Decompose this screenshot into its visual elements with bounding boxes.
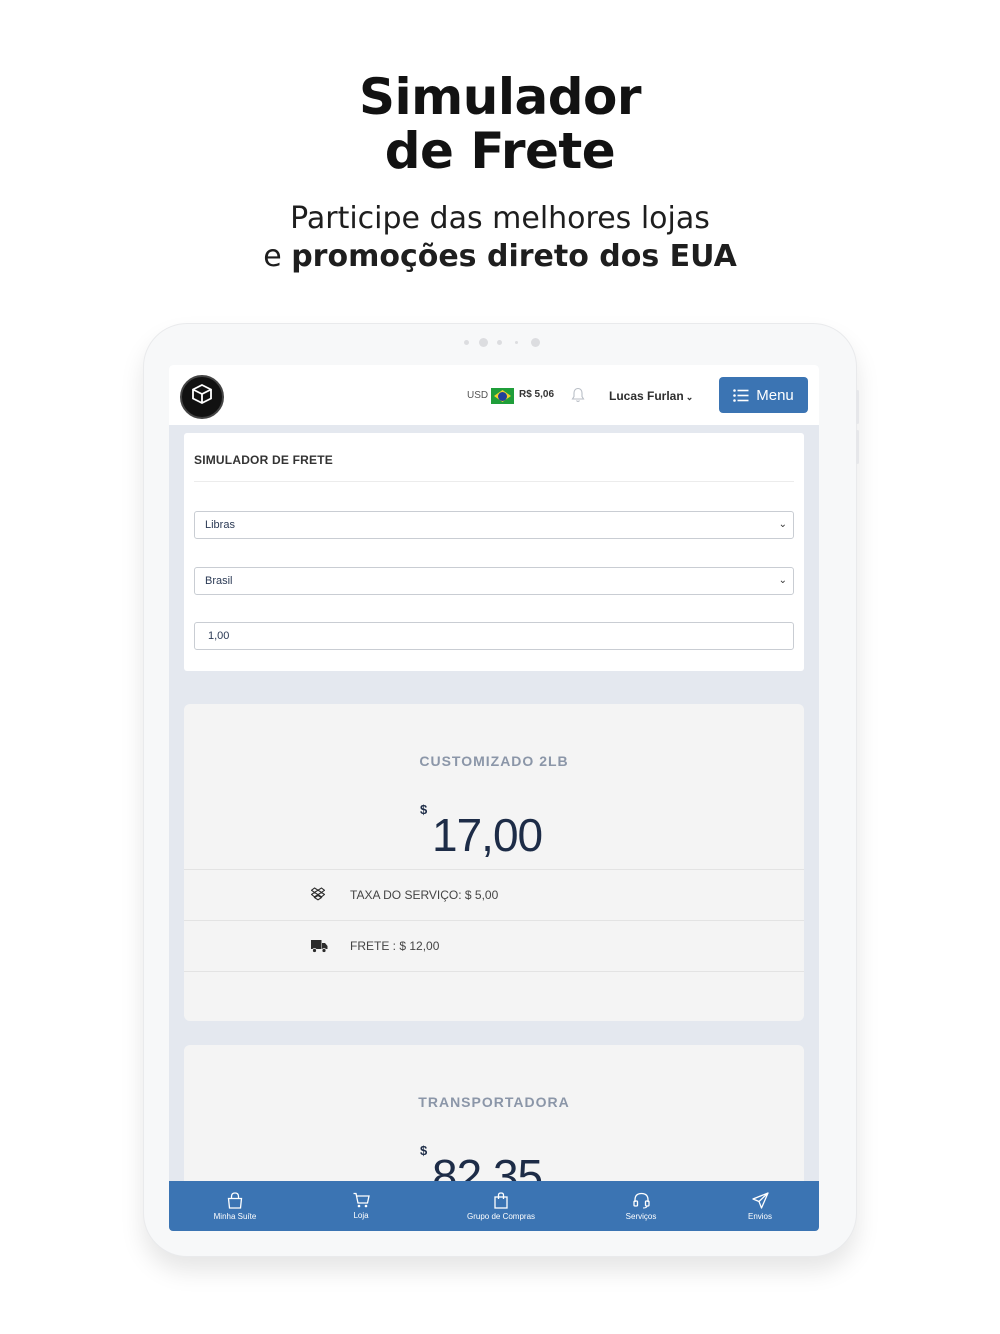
divider — [194, 481, 794, 482]
truck-icon — [311, 940, 328, 953]
exchange-rate: R$ 5,06 — [519, 389, 555, 400]
price-currency: $ — [420, 1143, 428, 1158]
dropbox-icon — [311, 887, 325, 901]
chevron-down-icon: ⌄ — [778, 519, 787, 530]
plan-name: CUSTOMIZADO 2LB — [419, 753, 569, 769]
menu-label: Menu — [756, 386, 794, 404]
service-fee: TAXA DO SERVIÇO: $ 5,00 — [350, 888, 499, 902]
nav-envios[interactable]: Envios — [731, 1181, 789, 1231]
unit-select-value: Libras — [205, 519, 235, 531]
subtitle: Participe das melhores lojas e promoções… — [0, 200, 1000, 276]
plan-card: CUSTOMIZADO 2LB $ 17,00 TAXA DO SERVIÇO:… — [184, 704, 804, 1021]
box-icon — [192, 383, 212, 405]
chevron-down-icon: ⌄ — [778, 575, 787, 586]
top-bar: USD R$ 5,06 Lucas Furlan ⌄ Menu — [169, 365, 819, 425]
list-icon — [733, 388, 749, 402]
app-screen: USD R$ 5,06 Lucas Furlan ⌄ Menu SIMULADOR… — [169, 365, 819, 1231]
lock-bag-icon — [227, 1192, 243, 1209]
subtitle-line-2: e promoções direto dos EUA — [0, 238, 1000, 276]
nav-label: Envios — [747, 1212, 772, 1221]
subtitle-line-1: Participe das melhores lojas — [290, 201, 710, 236]
divider — [184, 920, 804, 921]
chevron-down-icon: ⌄ — [685, 392, 694, 402]
nav-grupo-de-compras[interactable]: Grupo de Compras — [451, 1181, 551, 1231]
freight-cost: FRETE : $ 12,00 — [350, 939, 440, 953]
send-icon — [751, 1192, 769, 1209]
headline-line-2: de Frete — [384, 122, 616, 180]
nav-label: Serviços — [625, 1212, 657, 1221]
brand-logo[interactable] — [180, 375, 224, 419]
country-select-value: Brasil — [205, 575, 233, 587]
cart-icon — [353, 1192, 370, 1208]
shopping-bag-icon — [494, 1192, 508, 1209]
plan-price: 17,00 — [432, 809, 543, 861]
price-currency: $ — [420, 802, 428, 817]
tablet-volume-down — [856, 430, 859, 464]
simulator-title: SIMULADOR DE FRETE — [194, 453, 333, 467]
bell-icon[interactable] — [571, 387, 585, 403]
nav-minha-suite[interactable]: Minha Suíte — [191, 1181, 279, 1231]
tablet-camera — [460, 338, 550, 348]
nav-label: Grupo de Compras — [466, 1212, 536, 1221]
menu-button[interactable]: Menu — [719, 377, 808, 413]
divider — [184, 971, 804, 972]
subtitle-bold: promoções direto dos EUA — [291, 239, 737, 274]
bottom-nav: Minha Suíte Loja Grupo de Compras Serviç… — [169, 1181, 819, 1231]
headline-line-1: Simulador — [358, 68, 642, 126]
user-menu[interactable]: Lucas Furlan ⌄ — [609, 389, 693, 403]
currency-label: USD — [467, 390, 489, 401]
divider — [184, 869, 804, 870]
user-name: Lucas Furlan — [609, 389, 684, 403]
simulator-card: SIMULADOR DE FRETE Libras ⌄ Brasil ⌄ 1,0… — [184, 433, 804, 671]
country-select[interactable]: Brasil ⌄ — [194, 567, 794, 595]
brazil-flag-icon — [491, 388, 514, 404]
subtitle-prefix: e — [263, 239, 292, 274]
unit-select[interactable]: Libras ⌄ — [194, 511, 794, 539]
nav-label: Minha Suíte — [213, 1212, 257, 1221]
headline: Simulador de Frete — [0, 70, 1000, 178]
nav-loja[interactable]: Loja — [331, 1181, 391, 1231]
headset-icon — [632, 1192, 650, 1209]
nav-servicos[interactable]: Serviços — [609, 1181, 673, 1231]
weight-input[interactable]: 1,00 — [194, 622, 794, 650]
weight-input-value: 1,00 — [208, 630, 230, 642]
plan-name: TRANSPORTADORA — [418, 1094, 570, 1110]
tablet-volume-up — [856, 390, 859, 424]
nav-label: Loja — [353, 1211, 369, 1220]
